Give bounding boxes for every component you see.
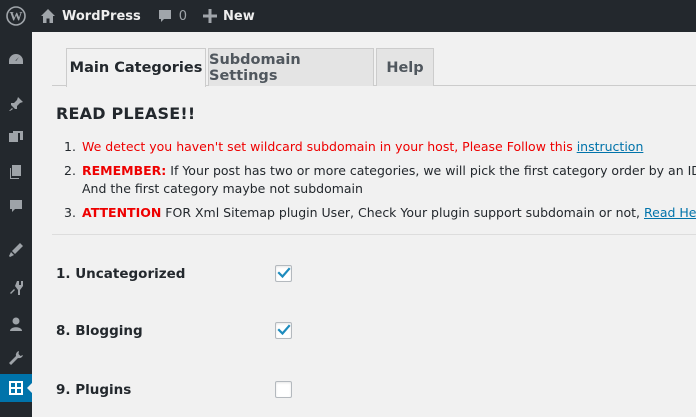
plugins-icon[interactable] (0, 274, 32, 302)
tools-icon[interactable] (0, 344, 32, 372)
site-name: WordPress (62, 8, 141, 24)
page-title: READ PLEASE!! (56, 104, 196, 123)
tab-bar: Main Categories Subdomain Settings Help (52, 48, 696, 87)
tab-main-categories[interactable]: Main Categories (66, 48, 206, 87)
new-label: New (223, 8, 255, 24)
comments-link[interactable]: 0 (149, 0, 195, 32)
category-label: 1. Uncategorized (56, 266, 186, 282)
category-label: 9. Plugins (56, 382, 132, 398)
comments-count: 0 (178, 8, 188, 24)
notice-text: And the first category maybe not subdoma… (82, 181, 363, 196)
checkmark-icon (277, 324, 291, 336)
divider (52, 234, 696, 235)
svg-text:W: W (10, 9, 23, 24)
tab-subdomain-settings[interactable]: Subdomain Settings (208, 48, 374, 86)
new-content-link[interactable]: New (195, 0, 263, 32)
category-label: 8. Blogging (56, 323, 143, 339)
tab-help[interactable]: Help (376, 48, 434, 86)
instruction-link[interactable]: instruction (577, 139, 644, 154)
comments-icon[interactable] (0, 192, 32, 220)
appearance-icon[interactable] (0, 236, 32, 264)
notice-text: If Your post has two or more categories,… (166, 163, 696, 178)
category-checkbox[interactable] (275, 381, 292, 398)
category-row: 1. Uncategorized (56, 264, 696, 288)
media-icon[interactable] (0, 124, 32, 152)
admin-bar: W WordPress 0 New (0, 0, 696, 32)
category-row: 8. Blogging (56, 321, 696, 345)
plus-icon (203, 9, 218, 23)
settings-icon[interactable] (0, 374, 33, 402)
category-row: 9. Plugins (56, 380, 696, 404)
site-name-link[interactable]: WordPress (32, 0, 149, 32)
notice-prefix: REMEMBER: (82, 163, 167, 178)
notice-prefix: ATTENTION (82, 205, 162, 220)
pin-icon[interactable] (0, 90, 32, 118)
home-icon (41, 9, 55, 23)
wordpress-logo-icon[interactable]: W (0, 0, 32, 32)
notice-text: We detect you haven't set wildcard subdo… (82, 139, 577, 154)
comment-icon (158, 10, 171, 22)
pages-icon[interactable] (0, 158, 32, 186)
active-menu-arrow (27, 382, 33, 394)
read-here-link[interactable]: Read Here (644, 205, 696, 220)
checkmark-icon (277, 267, 291, 279)
category-checkbox[interactable] (275, 322, 292, 339)
admin-sidebar (0, 32, 33, 417)
dashboard-icon[interactable] (0, 46, 32, 74)
category-checkbox[interactable] (275, 265, 292, 282)
users-icon[interactable] (0, 310, 32, 338)
notice-text: FOR Xml Sitemap plugin User, Check Your … (161, 205, 644, 220)
